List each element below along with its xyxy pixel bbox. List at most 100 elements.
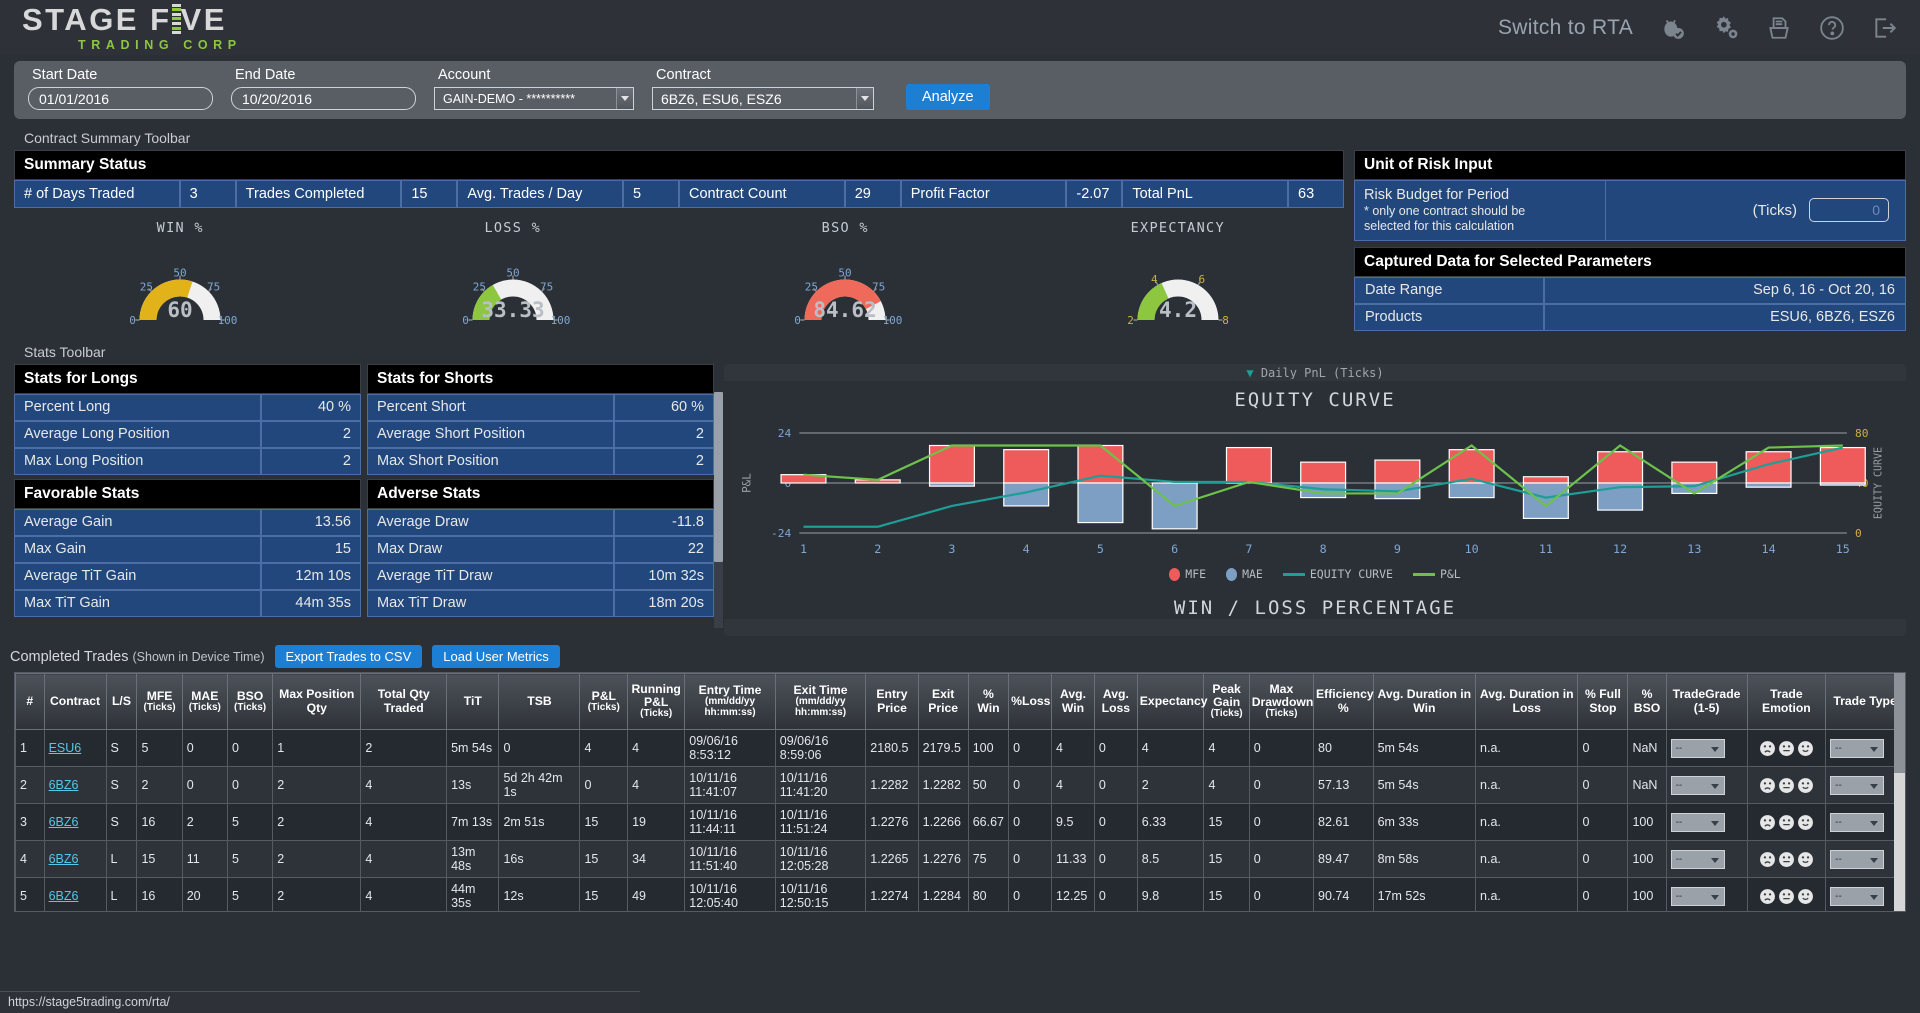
- column-header[interactable]: Trade Emotion: [1747, 674, 1826, 730]
- gauge-value: 60: [168, 298, 193, 322]
- load-user-metrics-button[interactable]: Load User Metrics: [432, 645, 559, 668]
- column-header[interactable]: Max Position Qty: [273, 674, 361, 730]
- column-header[interactable]: Running P&L(Ticks): [628, 674, 685, 730]
- cell-tsb: 5d 2h 42m 1s: [499, 767, 580, 804]
- column-header[interactable]: P&L(Ticks): [580, 674, 628, 730]
- column-header[interactable]: % Win: [968, 674, 1008, 730]
- account-select[interactable]: GAIN-DEMO - **********: [434, 87, 634, 110]
- chart-x-tick-label: 3: [948, 542, 955, 556]
- export-trades-csv-button[interactable]: Export Trades to CSV: [275, 645, 423, 668]
- sad-face-icon[interactable]: [1759, 814, 1776, 831]
- gauge-tick-label: 8: [1222, 314, 1229, 327]
- cell-avgwin: 4: [1052, 730, 1095, 767]
- column-header[interactable]: % BSO: [1628, 674, 1666, 730]
- column-header[interactable]: Peak Gain(Ticks): [1204, 674, 1249, 730]
- analyze-button[interactable]: Analyze: [906, 84, 990, 110]
- trade-type-select[interactable]: --: [1830, 813, 1884, 832]
- column-header[interactable]: BSO(Ticks): [227, 674, 272, 730]
- gauge-tick-label: 0: [794, 314, 801, 327]
- sad-face-icon[interactable]: [1759, 740, 1776, 757]
- happy-face-icon[interactable]: [1797, 814, 1814, 831]
- contract-link[interactable]: ESU6: [49, 741, 82, 755]
- column-header[interactable]: Contract: [44, 674, 106, 730]
- column-header[interactable]: MAE(Ticks): [182, 674, 227, 730]
- table-row[interactable]: 1ESU6S500125m 54s04409/06/16 8:53:1209/0…: [16, 730, 1905, 767]
- start-date-input[interactable]: [28, 87, 213, 110]
- table-row[interactable]: 46BZ6L151152413m 48s16s153410/11/16 11:5…: [16, 841, 1905, 878]
- gears-icon[interactable]: [1713, 15, 1739, 41]
- risk-budget-input[interactable]: [1809, 198, 1889, 222]
- contract-link[interactable]: 6BZ6: [49, 852, 79, 866]
- bug-check-icon[interactable]: [1660, 15, 1686, 41]
- sad-face-icon[interactable]: [1759, 851, 1776, 868]
- switch-to-rta-link[interactable]: Switch to RTA: [1498, 16, 1633, 40]
- sad-face-icon[interactable]: [1759, 888, 1776, 905]
- trade-grade-select[interactable]: --: [1671, 813, 1725, 832]
- trade-type-cell: --: [1826, 841, 1905, 878]
- column-header[interactable]: Avg. Loss: [1094, 674, 1137, 730]
- sad-face-icon[interactable]: [1759, 777, 1776, 794]
- column-header[interactable]: Avg. Duration in Loss: [1476, 674, 1578, 730]
- column-header[interactable]: #: [16, 674, 45, 730]
- trade-grade-select[interactable]: --: [1671, 739, 1725, 758]
- trade-grade-select[interactable]: --: [1671, 887, 1725, 906]
- trade-grade-select[interactable]: --: [1671, 850, 1725, 869]
- legend-item-p-l[interactable]: P&L: [1413, 567, 1461, 581]
- legend-item-mfe[interactable]: MFE: [1169, 567, 1206, 581]
- column-header[interactable]: Exit Price: [918, 674, 968, 730]
- neutral-face-icon[interactable]: [1778, 851, 1795, 868]
- column-header[interactable]: Entry Price: [866, 674, 918, 730]
- chart-y-tick-label: -24: [771, 527, 792, 540]
- column-header[interactable]: Efficiency %: [1314, 674, 1374, 730]
- neutral-face-icon[interactable]: [1778, 777, 1795, 794]
- neutral-face-icon[interactable]: [1778, 814, 1795, 831]
- column-header[interactable]: L/S: [106, 674, 137, 730]
- table-row[interactable]: 26BZ6S2002413s5d 2h 42m 1s0410/11/16 11:…: [16, 767, 1905, 804]
- legend-item-mae[interactable]: MAE: [1226, 567, 1263, 581]
- trade-grade-select[interactable]: --: [1671, 776, 1725, 795]
- neutral-face-icon[interactable]: [1778, 888, 1795, 905]
- contract-link[interactable]: 6BZ6: [49, 778, 79, 792]
- logout-icon[interactable]: [1872, 15, 1898, 41]
- column-header[interactable]: TiT: [447, 674, 499, 730]
- column-header[interactable]: Entry Time(mm/dd/yy hh:mm:ss): [685, 674, 776, 730]
- trade-type-select[interactable]: --: [1830, 776, 1884, 795]
- trade-type-select[interactable]: --: [1830, 887, 1884, 906]
- neutral-face-icon[interactable]: [1778, 740, 1795, 757]
- end-date-input[interactable]: [231, 87, 416, 110]
- trade-type-select[interactable]: --: [1830, 850, 1884, 869]
- column-header[interactable]: TSB: [499, 674, 580, 730]
- column-header[interactable]: Exit Time(mm/dd/yy hh:mm:ss): [775, 674, 866, 730]
- contract-link[interactable]: 6BZ6: [49, 815, 79, 829]
- column-header-label: MAE: [191, 689, 218, 703]
- help-icon[interactable]: [1819, 15, 1845, 41]
- stats-scrollbar[interactable]: [714, 392, 723, 628]
- column-header[interactable]: %Loss: [1009, 674, 1052, 730]
- trade-type-select[interactable]: --: [1830, 739, 1884, 758]
- table-scrollbar[interactable]: [1894, 673, 1905, 911]
- happy-face-icon[interactable]: [1797, 777, 1814, 794]
- trade-type-cell: --: [1826, 804, 1905, 841]
- column-header[interactable]: Total Qty Traded: [361, 674, 447, 730]
- contract-select[interactable]: 6BZ6, ESU6, ESZ6: [652, 87, 874, 110]
- contract-link[interactable]: 6BZ6: [49, 889, 79, 903]
- happy-face-icon[interactable]: [1797, 888, 1814, 905]
- table-row[interactable]: 56BZ6L162052444m 35s12s154910/11/16 12:0…: [16, 878, 1905, 913]
- column-header[interactable]: % Full Stop: [1578, 674, 1628, 730]
- print-icon[interactable]: [1766, 15, 1792, 41]
- daily-pnl-legend-label: Daily PnL (Ticks): [1261, 366, 1384, 379]
- column-header[interactable]: Avg. Duration in Win: [1373, 674, 1475, 730]
- cell-durwin: 17m 52s: [1373, 878, 1475, 913]
- column-header[interactable]: TradeGrade (1-5): [1666, 674, 1747, 730]
- column-header[interactable]: MFE(Ticks): [137, 674, 182, 730]
- happy-face-icon[interactable]: [1797, 851, 1814, 868]
- column-header[interactable]: Expectancy: [1137, 674, 1204, 730]
- trade-type-cell: --: [1826, 730, 1905, 767]
- happy-face-icon[interactable]: [1797, 740, 1814, 757]
- chart-bar-mae: [1820, 483, 1865, 485]
- column-header[interactable]: Avg. Win: [1052, 674, 1095, 730]
- column-header[interactable]: Max Drawdown(Ticks): [1249, 674, 1313, 730]
- legend-item-equity-curve[interactable]: EQUITY CURVE: [1283, 567, 1393, 581]
- column-header[interactable]: Trade Type: [1826, 674, 1905, 730]
- table-row[interactable]: 36BZ6S1625247m 13s2m 51s151910/11/16 11:…: [16, 804, 1905, 841]
